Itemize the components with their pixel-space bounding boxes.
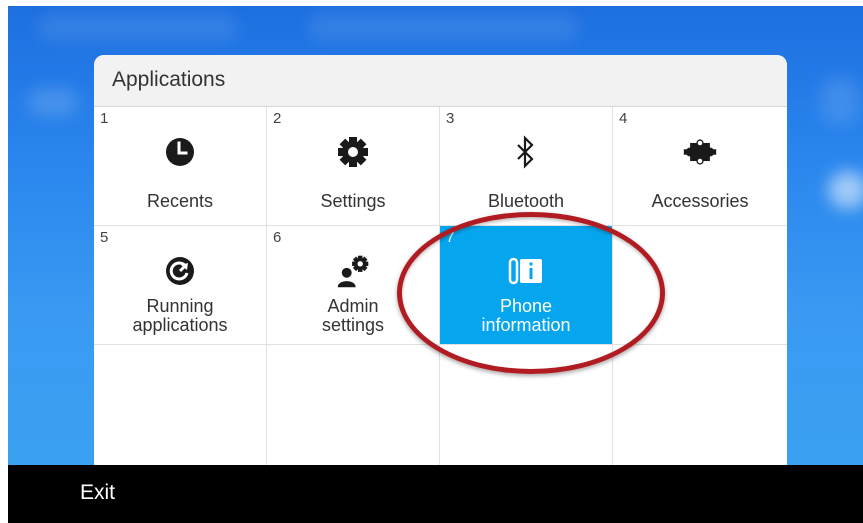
bluetooth-icon: [508, 134, 544, 170]
app-label: Accessories: [651, 191, 749, 211]
empty-tile: [613, 226, 787, 345]
app-label-line1: Running: [146, 296, 214, 316]
footer-bar: Exit: [8, 465, 863, 523]
app-number: 4: [619, 110, 628, 127]
blurred-side-left: [28, 88, 78, 116]
app-label: Running applications: [94, 297, 266, 335]
puzzle-piece-icon: [682, 134, 718, 170]
empty-tile: [94, 345, 267, 475]
admin-gear-icon: [335, 253, 371, 289]
blurred-side-circle: [828, 171, 863, 209]
blurred-header-left: [38, 14, 238, 40]
app-label: Settings: [320, 191, 386, 211]
gear-icon: [335, 134, 371, 170]
app-number: 5: [100, 229, 109, 246]
app-label: Admin settings: [267, 297, 439, 335]
app-label-line2: settings: [321, 315, 385, 335]
phone-info-icon: [508, 253, 544, 289]
app-tile-accessories[interactable]: 4 Accessories: [613, 107, 787, 226]
applications-dialog: Applications 1 Recents 2 Settings 3 Blue…: [94, 55, 787, 475]
app-tile-bluetooth[interactable]: 3 Bluetooth: [440, 107, 613, 226]
app-label: Recents: [146, 191, 214, 211]
blurred-side-right: [820, 76, 860, 126]
app-number: 2: [273, 110, 282, 127]
dialog-header: Applications: [94, 55, 787, 107]
app-number: 7: [446, 229, 455, 246]
app-label: Bluetooth: [487, 191, 565, 211]
exit-button[interactable]: Exit: [80, 481, 115, 505]
app-label-line1: Admin: [327, 296, 379, 316]
app-tile-admin-settings[interactable]: 6 Admin settings: [267, 226, 440, 345]
app-label-line1: Phone: [499, 296, 553, 316]
blurred-header-center: [308, 14, 578, 40]
app-label-line2: information: [481, 315, 571, 335]
app-tile-recents[interactable]: 1 Recents: [94, 107, 267, 226]
app-label: Phone information: [440, 297, 612, 335]
clock-icon: [162, 134, 198, 170]
app-label-line2: applications: [132, 315, 228, 335]
empty-tile: [440, 345, 613, 475]
app-number: 1: [100, 110, 109, 127]
refresh-icon: [162, 253, 198, 289]
empty-tile: [613, 345, 787, 475]
dialog-title: Applications: [112, 68, 226, 91]
app-tile-phone-information[interactable]: 7 Phone information: [440, 226, 613, 345]
app-number: 6: [273, 229, 282, 246]
app-tile-running-applications[interactable]: 5 Running applications: [94, 226, 267, 345]
app-tile-settings[interactable]: 2 Settings: [267, 107, 440, 226]
app-number: 3: [446, 110, 455, 127]
empty-tile: [267, 345, 440, 475]
applications-grid: 1 Recents 2 Settings 3 Bluetooth 4 Acces…: [94, 107, 787, 475]
